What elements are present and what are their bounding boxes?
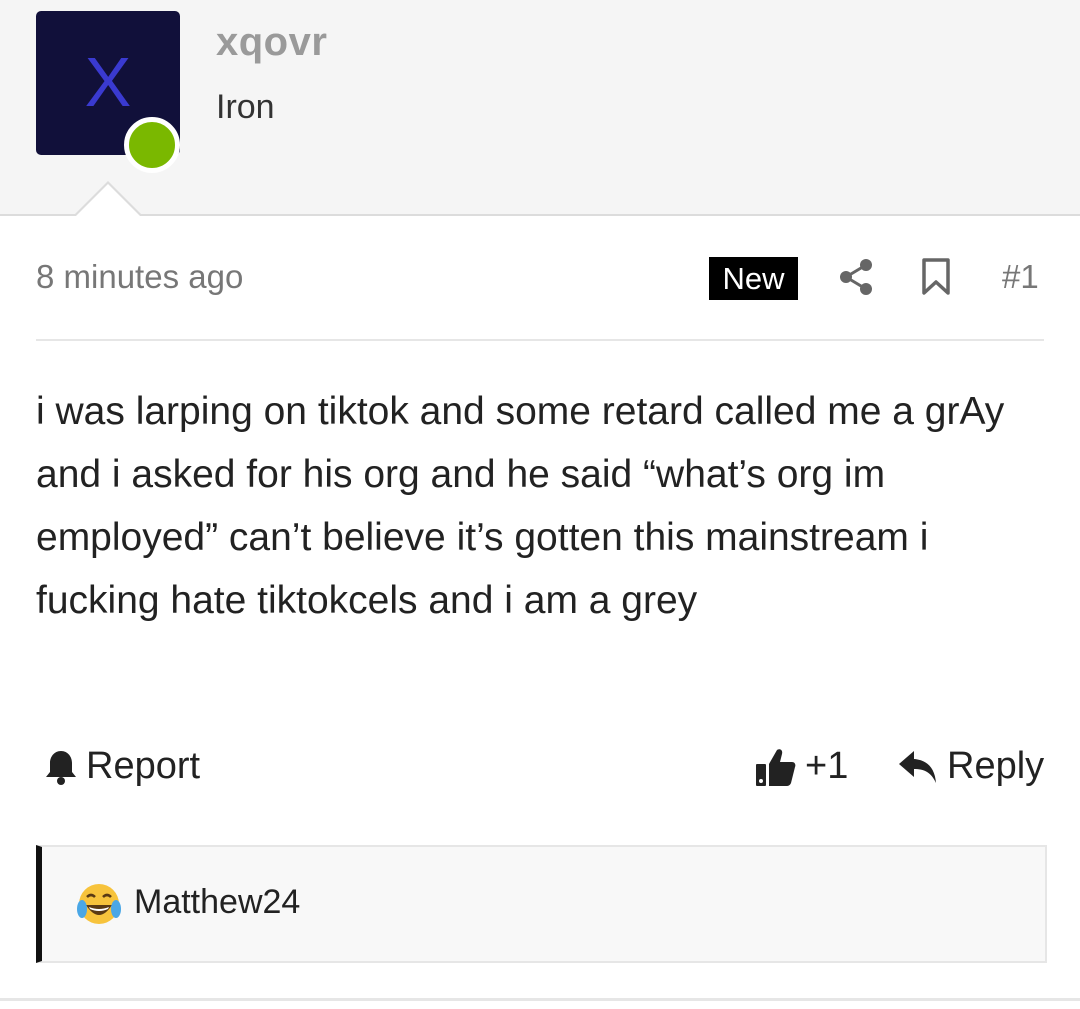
user-rank: Iron bbox=[216, 88, 275, 126]
reactions-list[interactable]: Matthew24 bbox=[36, 845, 1047, 963]
report-label: Report bbox=[86, 745, 201, 787]
post-bottom-divider bbox=[0, 998, 1080, 1001]
share-icon[interactable] bbox=[838, 258, 874, 296]
header-pointer-fill bbox=[76, 184, 140, 216]
bell-icon bbox=[46, 750, 76, 785]
online-status-indicator bbox=[124, 117, 180, 173]
username[interactable]: xqovr bbox=[216, 20, 327, 65]
new-badge: New bbox=[709, 257, 798, 300]
like-button[interactable]: +1 bbox=[755, 745, 848, 788]
post-author-header: X xqovr Iron bbox=[0, 0, 1080, 216]
avatar-letter: X bbox=[84, 43, 132, 121]
like-count: +1 bbox=[805, 745, 849, 787]
reply-arrow-icon bbox=[899, 750, 936, 783]
tears-of-joy-emoji-icon bbox=[77, 884, 121, 924]
reply-button[interactable]: Reply bbox=[898, 745, 1044, 788]
reply-label: Reply bbox=[947, 745, 1045, 787]
reactor-username[interactable]: Matthew24 bbox=[134, 883, 300, 922]
thumbs-up-icon bbox=[756, 748, 796, 786]
bookmark-icon[interactable] bbox=[920, 258, 952, 296]
divider bbox=[36, 339, 1044, 341]
report-button[interactable]: Report bbox=[44, 745, 200, 788]
post-number[interactable]: #1 bbox=[1002, 258, 1039, 296]
post-timestamp[interactable]: 8 minutes ago bbox=[36, 258, 243, 296]
post-body: i was larping on tiktok and some retard … bbox=[36, 390, 1005, 622]
